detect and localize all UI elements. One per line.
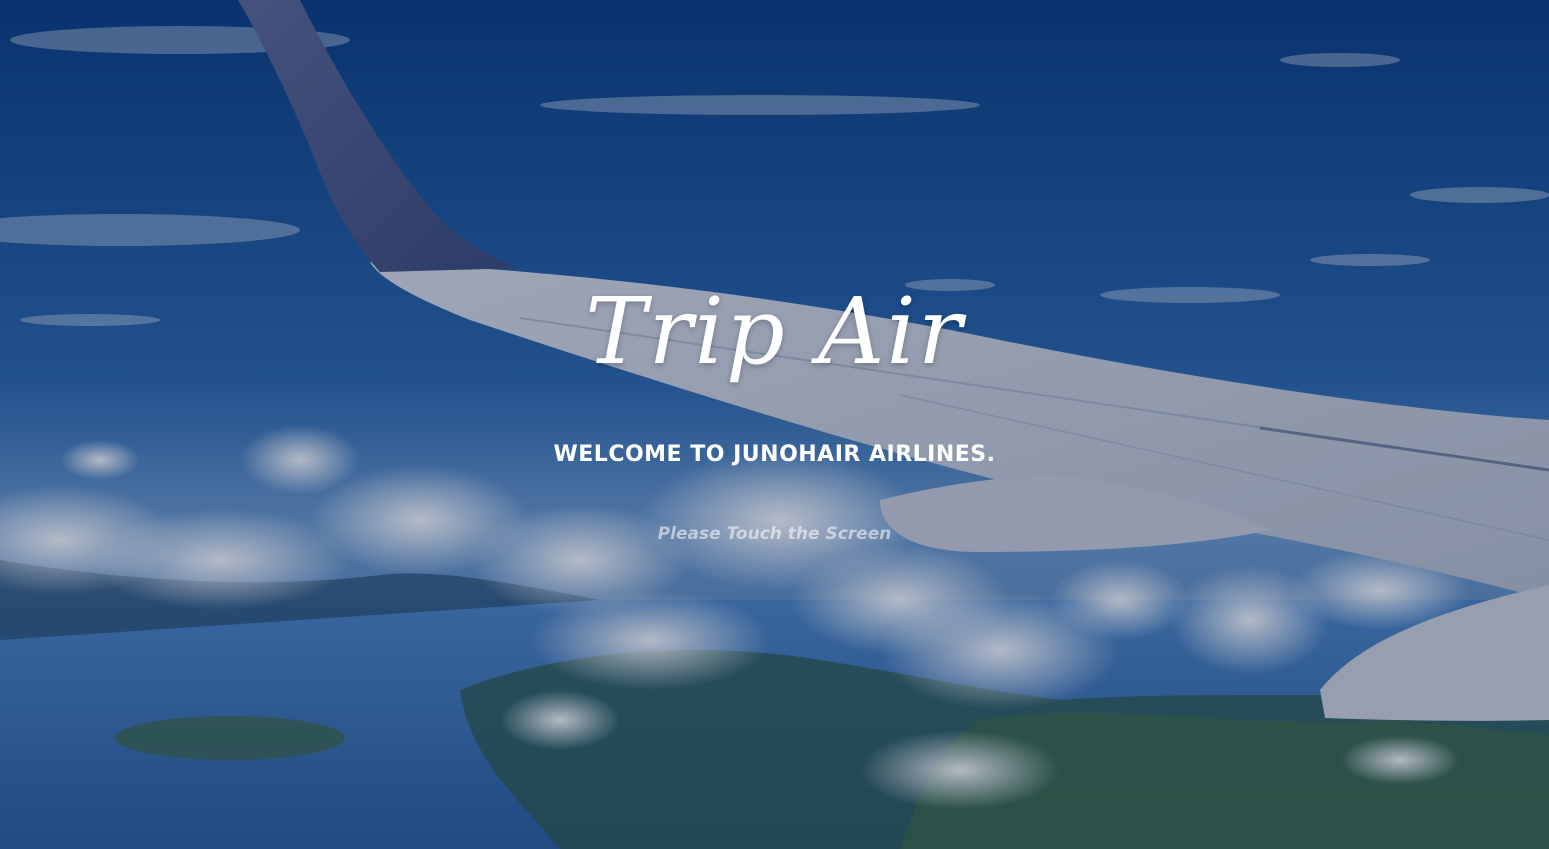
welcome-message: WELCOME TO JUNOHAIR AIRLINES. xyxy=(553,442,996,467)
welcome-content: Trip Air WELCOME TO JUNOHAIR AIRLINES. P… xyxy=(0,0,1549,849)
brand-logo: Trip Air xyxy=(585,278,964,385)
welcome-screen[interactable]: Trip Air WELCOME TO JUNOHAIR AIRLINES. P… xyxy=(0,0,1549,849)
touch-prompt[interactable]: Please Touch the Screen xyxy=(0,521,1549,547)
